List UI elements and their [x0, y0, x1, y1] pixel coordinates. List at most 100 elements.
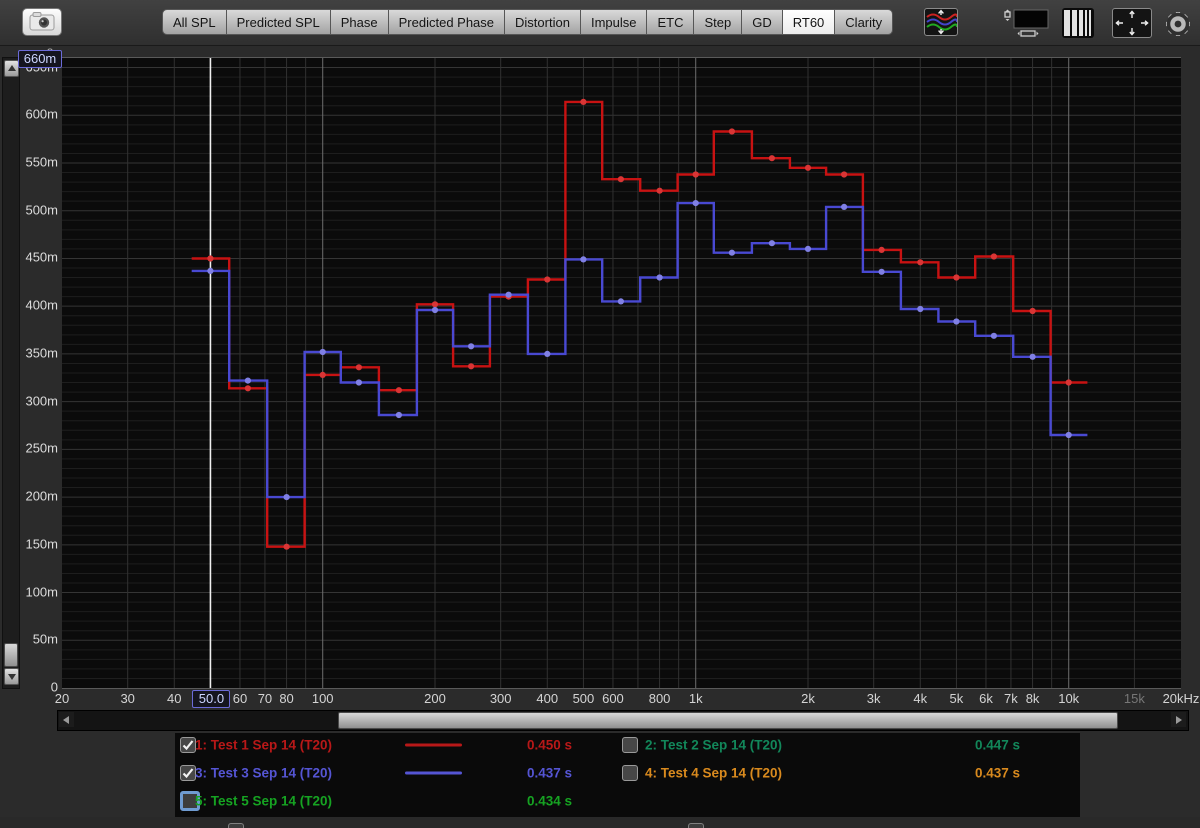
tab-step[interactable]: Step — [694, 9, 742, 35]
band-marker — [396, 387, 402, 393]
tab-predicted-spl[interactable]: Predicted SPL — [227, 9, 331, 35]
y-tick-label: 600m — [12, 107, 58, 122]
horizontal-scrollbar[interactable] — [57, 710, 1189, 731]
toolbar: All SPLPredicted SPLPhasePredicted Phase… — [0, 0, 1200, 46]
band-marker — [879, 247, 885, 253]
fit-traces-icon — [925, 9, 957, 35]
window-layout-button[interactable] — [1003, 8, 1051, 38]
clipped-checkbox — [688, 823, 704, 828]
y-tick-label: 250m — [12, 441, 58, 456]
layout-icon — [1004, 9, 1050, 37]
band-marker — [805, 246, 811, 252]
trace-line-sample — [405, 744, 462, 747]
cursor-frequency-field[interactable]: 50.0 — [192, 690, 230, 708]
band-marker — [580, 256, 586, 262]
band-marker — [207, 255, 213, 261]
x-tick-label: 2k — [801, 691, 815, 706]
band-marker — [1066, 379, 1072, 385]
trace-cursor-value: 0.434 s — [527, 794, 572, 809]
band-marker — [245, 385, 251, 391]
tab-gd[interactable]: GD — [742, 9, 783, 35]
band-marker — [991, 253, 997, 259]
y-tick-label: 300m — [12, 393, 58, 408]
trace-cursor-value: 0.437 s — [975, 766, 1020, 781]
tab-clarity[interactable]: Clarity — [835, 9, 893, 35]
app-window: All SPLPredicted SPLPhasePredicted Phase… — [0, 0, 1200, 828]
x-tick-label: 200 — [424, 691, 446, 706]
band-marker — [432, 301, 438, 307]
trace-checkbox[interactable] — [622, 737, 638, 753]
x-tick-label: 5k — [950, 691, 964, 706]
x-tick-label: 100 — [312, 691, 334, 706]
tab-phase[interactable]: Phase — [331, 9, 389, 35]
band-marker — [657, 188, 663, 194]
tab-all-spl[interactable]: All SPL — [162, 9, 227, 35]
band-marker — [468, 363, 474, 369]
tab-impulse[interactable]: Impulse — [581, 9, 648, 35]
band-marker — [1030, 354, 1036, 360]
fit-traces-button[interactable] — [924, 8, 958, 36]
settings-button[interactable] — [1161, 8, 1195, 40]
x-tick-label: 15k — [1124, 691, 1145, 706]
y-tick-label: 400m — [12, 298, 58, 313]
band-marker — [544, 276, 550, 282]
x-tick-label: 60 — [233, 691, 247, 706]
octave-bands-button[interactable] — [1062, 8, 1094, 38]
band-marker — [356, 379, 362, 385]
y-tick-label: 350m — [12, 345, 58, 360]
band-marker — [769, 155, 775, 161]
trace-red — [192, 102, 1088, 547]
band-marker — [729, 128, 735, 134]
bottom-strip — [0, 817, 1200, 828]
gear-icon — [1162, 9, 1194, 39]
band-marker — [841, 204, 847, 210]
trace-label[interactable]: 2: Test 2 Sep 14 (T20) — [645, 738, 782, 753]
trace-label[interactable]: 4: Test 4 Sep 14 (T20) — [645, 766, 782, 781]
trace-label[interactable]: 5: Test 5 Sep 14 (T20) — [195, 794, 332, 809]
trace-checkbox[interactable] — [180, 737, 196, 753]
trace-line-sample — [405, 772, 462, 775]
scroll-left-button[interactable] — [59, 712, 74, 727]
trace-checkbox[interactable] — [622, 765, 638, 781]
x-tick-label: 800 — [649, 691, 671, 706]
band-marker — [618, 298, 624, 304]
capture-graph-button[interactable] — [22, 8, 62, 36]
x-tick-label: 20 — [55, 691, 69, 706]
x-tick-label: 7k — [1004, 691, 1018, 706]
x-tick-label: 300 — [490, 691, 512, 706]
graph-type-tabs: All SPLPredicted SPLPhasePredicted Phase… — [162, 9, 893, 35]
plot-area[interactable] — [62, 57, 1181, 689]
band-marker — [841, 171, 847, 177]
frequency-bands-icon — [1063, 9, 1093, 37]
y-axis-max-field[interactable]: 660m — [18, 50, 62, 68]
tab-rt60[interactable]: RT60 — [783, 9, 836, 35]
trace-label[interactable]: 1: Test 1 Sep 14 (T20) — [195, 738, 332, 753]
x-tick-label: 20kHz — [1163, 691, 1200, 706]
band-marker — [207, 268, 213, 274]
band-marker — [693, 171, 699, 177]
y-tick-label: 450m — [12, 250, 58, 265]
x-tick-label: 8k — [1026, 691, 1040, 706]
horizontal-scroll-thumb[interactable] — [338, 712, 1118, 729]
trace-cursor-value: 0.437 s — [527, 766, 572, 781]
y-tick-label: 200m — [12, 489, 58, 504]
trace-label[interactable]: 3: Test 3 Sep 14 (T20) — [195, 766, 332, 781]
trace-checkbox[interactable] — [180, 765, 196, 781]
band-marker — [805, 165, 811, 171]
y-tick-label: 100m — [12, 584, 58, 599]
band-marker — [544, 351, 550, 357]
band-marker — [693, 200, 699, 206]
clipped-checkbox — [228, 823, 244, 828]
pan-arrows-icon — [1113, 9, 1151, 37]
tab-distortion[interactable]: Distortion — [505, 9, 581, 35]
band-marker — [432, 307, 438, 313]
tab-etc[interactable]: ETC — [647, 9, 694, 35]
y-tick-label: 150m — [12, 536, 58, 551]
x-tick-label: 600 — [602, 691, 624, 706]
band-marker — [320, 372, 326, 378]
y-tick-label: 500m — [12, 202, 58, 217]
tab-predicted-phase[interactable]: Predicted Phase — [389, 9, 505, 35]
scroll-right-button[interactable] — [1171, 712, 1186, 727]
pan-zoom-button[interactable] — [1112, 8, 1152, 38]
band-marker — [320, 349, 326, 355]
